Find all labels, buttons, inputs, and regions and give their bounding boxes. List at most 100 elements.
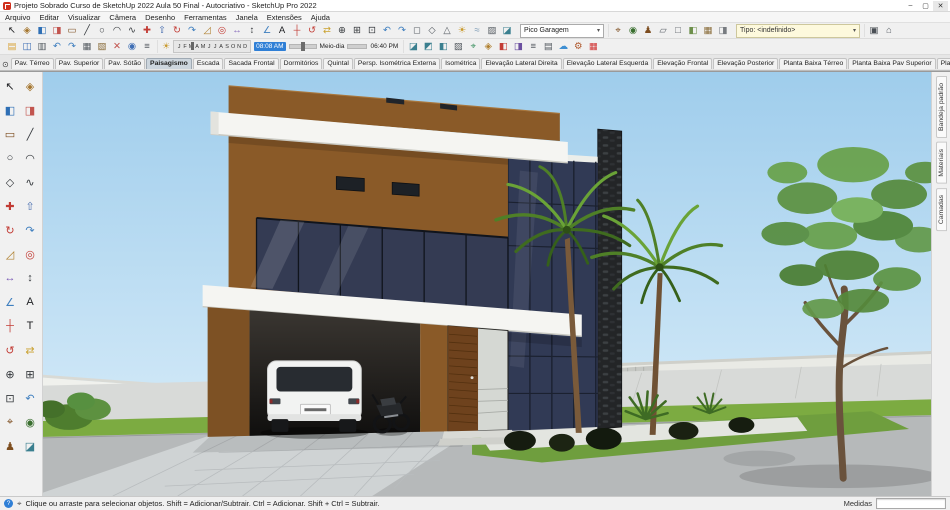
freehand-tool-icon[interactable]: ∿ (125, 24, 139, 37)
layout-icon[interactable]: ▦ (586, 40, 600, 53)
zoom-extents-icon[interactable]: ⊡ (1, 389, 19, 407)
position-camera-icon[interactable]: ⌖ (611, 24, 625, 37)
add-location-icon[interactable]: ⌖ (466, 40, 480, 53)
menu-item[interactable]: Ajuda (311, 13, 330, 22)
scene-tab[interactable]: Planta Baixa Térreo (779, 57, 848, 69)
look-around-icon[interactable]: ◉ (21, 413, 39, 431)
tape-measure-icon[interactable]: ↔ (1, 269, 19, 287)
scene-tab[interactable]: Paisagismo (146, 57, 192, 69)
orbit-tool-icon[interactable]: ↺ (1, 341, 19, 359)
redo-icon[interactable]: ↷ (65, 40, 79, 53)
zoom-window-icon[interactable]: ⊞ (350, 24, 364, 37)
scene-tab[interactable]: Isométrica (441, 57, 481, 69)
minimize-button[interactable]: – (903, 1, 918, 11)
measurements-input[interactable] (876, 498, 946, 509)
shadow-date-slider[interactable]: JFMAMJJASOND (173, 40, 252, 53)
scene-tab[interactable]: Sacada Frontal (224, 57, 279, 69)
section-fill-icon[interactable]: ◧ (436, 40, 450, 53)
follow-me-tool-icon[interactable]: ↷ (185, 24, 199, 37)
tag-combobox[interactable]: Pico Garagem ▾ (520, 23, 604, 38)
shadow-time-start[interactable]: 08:08 AM (254, 42, 286, 51)
maximize-button[interactable]: ▢ (918, 1, 933, 11)
materials-panel-icon[interactable]: ◧ (496, 40, 510, 53)
tape-measure-icon[interactable]: ↔ (230, 24, 244, 37)
select-tool-icon[interactable]: ↖ (1, 77, 19, 95)
car[interactable] (260, 360, 369, 439)
fog-toggle-icon[interactable]: ≈ (470, 24, 484, 37)
styles-icon[interactable]: ▣ (867, 24, 881, 37)
protractor-icon[interactable]: ∠ (260, 24, 274, 37)
help-icon[interactable]: ? (4, 499, 13, 508)
open-file-icon[interactable]: ▤ (5, 40, 19, 53)
warehouse-icon[interactable]: ☁ (556, 40, 570, 53)
tray-tab[interactable]: Bandeja padrão (935, 76, 947, 138)
section-plane-icon[interactable]: ◪ (21, 437, 39, 455)
components-panel-icon[interactable]: ◈ (481, 40, 495, 53)
arc-tool-icon[interactable]: ◠ (21, 149, 39, 167)
offset-tool-icon[interactable]: ◎ (21, 245, 39, 263)
scene-tab[interactable]: Pav. Térreo (10, 57, 54, 69)
circle-tool-icon[interactable]: ○ (95, 24, 109, 37)
next-view-icon[interactable]: ↷ (395, 24, 409, 37)
eraser-icon[interactable]: ◨ (50, 24, 64, 37)
move-tool-icon[interactable]: ✚ (1, 197, 19, 215)
scene-tab[interactable]: Elevação Lateral Esquerda (562, 57, 653, 69)
scene-tab[interactable]: Planta Baixa Pav Superior (848, 57, 936, 69)
paint-bucket-icon[interactable]: ◧ (1, 101, 19, 119)
paint-bucket-icon[interactable]: ◧ (35, 24, 49, 37)
scene-tab[interactable]: Pav. Superior (54, 57, 104, 69)
wireframe-mode-icon[interactable]: ▱ (656, 24, 670, 37)
look-around-icon[interactable]: ◉ (626, 24, 640, 37)
walk-tool-icon[interactable]: ♟ (641, 24, 655, 37)
scale-tool-icon[interactable]: ◿ (1, 245, 19, 263)
scene-tab[interactable]: Quintal (323, 57, 353, 69)
move-tool-icon[interactable]: ✚ (140, 24, 154, 37)
menu-item[interactable]: Desenho (145, 13, 175, 22)
rectangle-tool-icon[interactable]: ▭ (65, 24, 79, 37)
dimension-tool-icon[interactable]: ↕ (21, 269, 39, 287)
shadows-toggle-icon[interactable]: ☀ (162, 41, 170, 52)
iso-view-icon[interactable]: ◇ (425, 24, 439, 37)
pan-tool-icon[interactable]: ⇄ (21, 341, 39, 359)
close-button[interactable]: ✕ (933, 0, 948, 11)
scale-tool-icon[interactable]: ◿ (200, 24, 214, 37)
pan-tool-icon[interactable]: ⇄ (320, 24, 334, 37)
tray-tab[interactable]: Camadas (935, 187, 947, 231)
axes-tool-icon[interactable]: ┼ (290, 24, 304, 37)
scene-tab[interactable]: Elevação Posterior (713, 57, 779, 69)
delete-icon[interactable]: ✕ (110, 40, 124, 53)
push-pull-tool-icon[interactable]: ⇧ (21, 197, 39, 215)
zoom-extents-icon[interactable]: ⊡ (365, 24, 379, 37)
scene-search-icon[interactable]: ⊙ (2, 58, 9, 70)
scene-tab[interactable]: Elevação Frontal (653, 57, 713, 69)
model-viewport[interactable] (43, 72, 931, 496)
make-component-icon[interactable]: ◈ (20, 24, 34, 37)
shadow-time-slider-2[interactable] (347, 44, 368, 49)
arc-tool-icon[interactable]: ◠ (110, 24, 124, 37)
menu-item[interactable]: Extensões (267, 13, 302, 22)
scene-tab[interactable]: Escada (192, 57, 224, 69)
3d-text-icon[interactable]: T (21, 317, 39, 335)
section-plane-icon[interactable]: ◪ (500, 24, 514, 37)
textured-mode-icon[interactable]: ▦ (701, 24, 715, 37)
extension-manager-icon[interactable]: ⚙ (571, 40, 585, 53)
zoom-tool-icon[interactable]: ⊕ (1, 365, 19, 383)
shaded-mode-icon[interactable]: ◧ (686, 24, 700, 37)
entity-info-icon[interactable]: ≡ (140, 40, 154, 53)
scene-tab[interactable]: Elevação Lateral Direita (481, 57, 562, 69)
walk-tool-icon[interactable]: ♟ (1, 437, 19, 455)
display-section-cuts-icon[interactable]: ◩ (421, 40, 435, 53)
tags-panel-icon[interactable]: ≡ (526, 40, 540, 53)
zoom-window-icon[interactable]: ⊞ (21, 365, 39, 383)
back-edges-icon[interactable]: ▨ (451, 40, 465, 53)
menu-item[interactable]: Visualizar (68, 13, 100, 22)
protractor-icon[interactable]: ∠ (1, 293, 19, 311)
model-info-icon[interactable]: ◉ (125, 40, 139, 53)
axes-tool-icon[interactable]: ┼ (1, 317, 19, 335)
save-file-icon[interactable]: ◫ (20, 40, 34, 53)
line-tool-icon[interactable]: ╱ (80, 24, 94, 37)
make-component-icon[interactable]: ◈ (21, 77, 39, 95)
rotate-tool-icon[interactable]: ↻ (1, 221, 19, 239)
copy-icon[interactable]: ▦ (80, 40, 94, 53)
menu-item[interactable]: Arquivo (5, 13, 30, 22)
